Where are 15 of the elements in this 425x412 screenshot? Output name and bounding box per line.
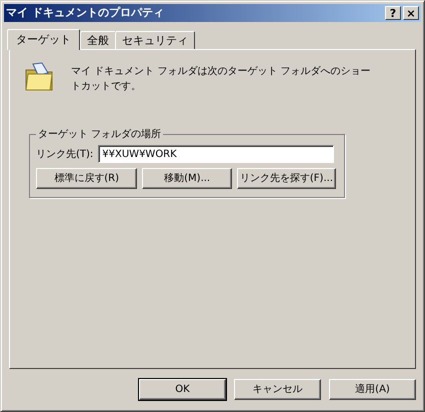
tab[interactable]: ターゲット	[7, 29, 80, 50]
window-title: マイ ドキュメントのプロパティ	[6, 4, 165, 21]
field-label: リンク先(T):	[36, 148, 94, 162]
tab[interactable]: 全般	[80, 31, 116, 49]
group-button[interactable]: リンク先を探す(F)...	[236, 168, 336, 189]
help-button[interactable]: ?	[385, 6, 401, 20]
dialog-button[interactable]: OK	[139, 379, 226, 400]
group-button[interactable]: 移動(M)...	[142, 168, 232, 189]
close-button[interactable]: ×	[403, 6, 419, 20]
dialog-button[interactable]: 適用(A)	[329, 379, 416, 400]
tab[interactable]: セキュリティ	[115, 31, 195, 49]
description-text: マイ ドキュメント フォルダは次のターゲット フォルダへのショートカットです。	[71, 65, 371, 94]
group-button[interactable]: 標準に戻す(R)	[36, 168, 138, 189]
dialog-button[interactable]: キャンセル	[234, 379, 321, 400]
link-target-field[interactable]: ¥¥XUW¥WORK	[98, 145, 334, 163]
